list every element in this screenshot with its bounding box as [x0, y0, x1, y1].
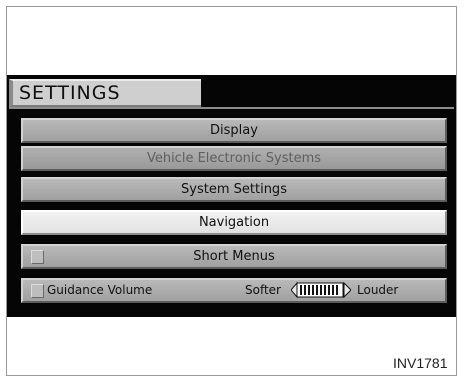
vehicle-electronic-systems-button[interactable]: Vehicle Electronic Systems [21, 146, 447, 171]
guidance-volume-row[interactable]: Guidance Volume Softer Louder [21, 278, 447, 303]
softer-label: Softer [245, 283, 281, 297]
title-bar: SETTINGS [9, 79, 201, 107]
title-divider [9, 107, 454, 109]
short-menus-row[interactable]: Short Menus [21, 244, 447, 269]
navigation-button[interactable]: Navigation [21, 210, 447, 235]
volume-slider[interactable] [291, 282, 351, 298]
figure-code: INV1781 [393, 355, 448, 371]
short-menus-label: Short Menus [193, 249, 275, 264]
guidance-volume-checkbox[interactable] [31, 284, 44, 298]
page-title: SETTINGS [19, 82, 121, 104]
louder-label: Louder [357, 283, 399, 297]
guidance-volume-label: Guidance Volume [47, 283, 153, 297]
settings-screen: SETTINGS Display Vehicle Electronic Syst… [7, 75, 456, 317]
volume-increase-arrow-icon[interactable] [343, 282, 351, 298]
short-menus-checkbox[interactable] [31, 250, 44, 264]
volume-decrease-arrow-icon[interactable] [291, 282, 298, 298]
display-button[interactable]: Display [21, 118, 447, 143]
system-settings-button[interactable]: System Settings [21, 177, 447, 202]
